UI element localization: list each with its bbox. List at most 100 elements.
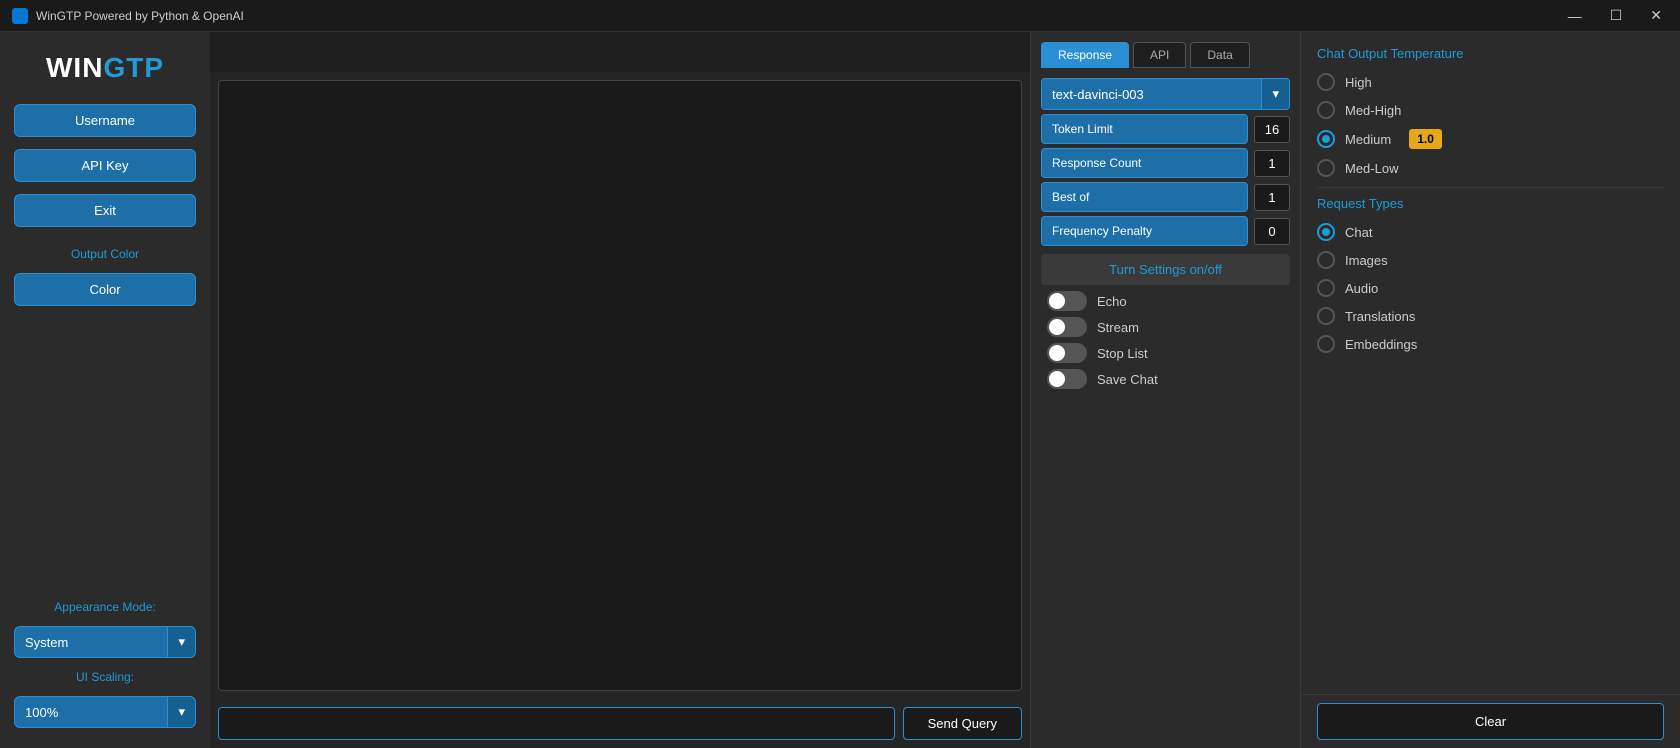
ui-scaling-value: 100%: [15, 698, 167, 727]
main-row: Send Query Response API Data text-davinc…: [210, 32, 1680, 748]
appearance-mode-label: Appearance Mode:: [54, 600, 155, 614]
stream-label: Stream: [1097, 320, 1139, 335]
toggle-echo[interactable]: Echo: [1047, 291, 1284, 311]
frequency-penalty-label[interactable]: Frequency Penalty: [1041, 216, 1248, 246]
response-count-value: 1: [1254, 150, 1290, 177]
temp-medhigh-label: Med-High: [1345, 103, 1401, 118]
temp-high-label: High: [1345, 75, 1372, 90]
appearance-dropdown[interactable]: System ▾: [14, 626, 196, 658]
app-logo: WINGTP: [46, 52, 164, 84]
temp-medlow-label: Med-Low: [1345, 161, 1398, 176]
exit-button[interactable]: Exit: [14, 194, 196, 227]
maximize-button[interactable]: ☐: [1604, 5, 1629, 26]
req-images-row[interactable]: Images: [1317, 251, 1664, 269]
req-audio-radio[interactable]: [1317, 279, 1335, 297]
req-chat-label: Chat: [1345, 225, 1372, 240]
req-chat-row[interactable]: Chat: [1317, 223, 1664, 241]
response-count-label[interactable]: Response Count: [1041, 148, 1248, 178]
sidebar: WINGTP Username API Key Exit Output Colo…: [0, 32, 210, 748]
stream-toggle[interactable]: [1047, 317, 1087, 337]
tab-api[interactable]: API: [1133, 42, 1186, 68]
clear-button[interactable]: Clear: [1317, 703, 1664, 740]
send-query-button[interactable]: Send Query: [903, 707, 1022, 740]
frequency-penalty-value: 0: [1254, 218, 1290, 245]
model-value: text-davinci-003: [1042, 80, 1261, 109]
save-chat-label: Save Chat: [1097, 372, 1158, 387]
req-embeddings-radio[interactable]: [1317, 335, 1335, 353]
stop-list-label: Stop List: [1097, 346, 1148, 361]
title-bar-title: WinGTP Powered by Python & OpenAI: [36, 9, 1562, 23]
model-dropdown-arrow[interactable]: ▾: [1261, 79, 1289, 109]
tab-bar: Response API Data: [1031, 32, 1300, 68]
temp-medium-label: Medium: [1345, 132, 1391, 147]
toggle-stream[interactable]: Stream: [1047, 317, 1284, 337]
api-key-button[interactable]: API Key: [14, 149, 196, 182]
temp-medium-badge: 1.0: [1409, 129, 1442, 149]
right-column: Chat Output Temperature High Med-High Me…: [1300, 32, 1680, 748]
toggle-save-chat[interactable]: Save Chat: [1047, 369, 1284, 389]
logo-blue: GTP: [103, 52, 164, 83]
tab-response[interactable]: Response: [1041, 42, 1129, 68]
username-button[interactable]: Username: [14, 104, 196, 137]
model-selector[interactable]: text-davinci-003 ▾: [1041, 78, 1290, 110]
req-translations-radio[interactable]: [1317, 307, 1335, 325]
req-audio-label: Audio: [1345, 281, 1378, 296]
save-chat-toggle[interactable]: [1047, 369, 1087, 389]
req-translations-row[interactable]: Translations: [1317, 307, 1664, 325]
req-images-radio[interactable]: [1317, 251, 1335, 269]
title-bar: WinGTP Powered by Python & OpenAI — ☐ ✕: [0, 0, 1680, 32]
center-top-bar: [210, 32, 1030, 72]
best-of-label[interactable]: Best of: [1041, 182, 1248, 212]
query-input[interactable]: [218, 707, 895, 740]
temp-medium-radio[interactable]: [1317, 130, 1335, 148]
echo-label: Echo: [1097, 294, 1127, 309]
appearance-dropdown-arrow[interactable]: ▾: [167, 627, 195, 657]
toggle-stop-list[interactable]: Stop List: [1047, 343, 1284, 363]
ui-scaling-dropdown-arrow[interactable]: ▾: [167, 697, 195, 727]
divider-1: [1317, 187, 1664, 188]
frequency-penalty-row: Frequency Penalty 0: [1041, 216, 1290, 246]
minimize-button[interactable]: —: [1562, 5, 1588, 26]
ui-scaling-dropdown[interactable]: 100% ▾: [14, 696, 196, 728]
token-limit-label[interactable]: Token Limit: [1041, 114, 1248, 144]
req-chat-radio[interactable]: [1317, 223, 1335, 241]
right-col-bottom: Clear: [1301, 694, 1680, 748]
app-icon: [12, 8, 28, 24]
close-button[interactable]: ✕: [1644, 5, 1668, 26]
temp-medhigh-row[interactable]: Med-High: [1317, 101, 1664, 119]
center-area: Send Query: [210, 32, 1030, 748]
temp-high-row[interactable]: High: [1317, 73, 1664, 91]
request-types-title: Request Types: [1317, 196, 1664, 211]
token-limit-value: 16: [1254, 116, 1290, 143]
response-count-row: Response Count 1: [1041, 148, 1290, 178]
best-of-value: 1: [1254, 184, 1290, 211]
token-limit-row: Token Limit 16: [1041, 114, 1290, 144]
color-button[interactable]: Color: [14, 273, 196, 306]
tab-data[interactable]: Data: [1190, 42, 1249, 68]
temp-medhigh-radio[interactable]: [1317, 101, 1335, 119]
req-audio-row[interactable]: Audio: [1317, 279, 1664, 297]
req-embeddings-label: Embeddings: [1345, 337, 1417, 352]
echo-toggle[interactable]: [1047, 291, 1087, 311]
right-col-scroll: Chat Output Temperature High Med-High Me…: [1301, 32, 1680, 694]
temp-medium-row[interactable]: Medium 1.0: [1317, 129, 1664, 149]
stop-list-toggle[interactable]: [1047, 343, 1087, 363]
temp-high-radio[interactable]: [1317, 73, 1335, 91]
best-of-row: Best of 1: [1041, 182, 1290, 212]
temperature-title: Chat Output Temperature: [1317, 46, 1664, 61]
input-row: Send Query: [210, 699, 1030, 748]
toggle-section-header: Turn Settings on/off: [1041, 254, 1290, 285]
settings-scroll: text-davinci-003 ▾ Token Limit 16 Respon…: [1031, 68, 1300, 748]
temp-medlow-row[interactable]: Med-Low: [1317, 159, 1664, 177]
window-controls: — ☐ ✕: [1562, 5, 1668, 26]
req-translations-label: Translations: [1345, 309, 1415, 324]
ui-scaling-label: UI Scaling:: [76, 670, 134, 684]
chat-display: [218, 80, 1022, 691]
appearance-value: System: [15, 628, 167, 657]
req-images-label: Images: [1345, 253, 1388, 268]
req-embeddings-row[interactable]: Embeddings: [1317, 335, 1664, 353]
settings-panel: Response API Data text-davinci-003 ▾ Tok…: [1030, 32, 1300, 748]
logo-white: WIN: [46, 52, 103, 83]
temp-medlow-radio[interactable]: [1317, 159, 1335, 177]
app-body: WINGTP Username API Key Exit Output Colo…: [0, 32, 1680, 748]
